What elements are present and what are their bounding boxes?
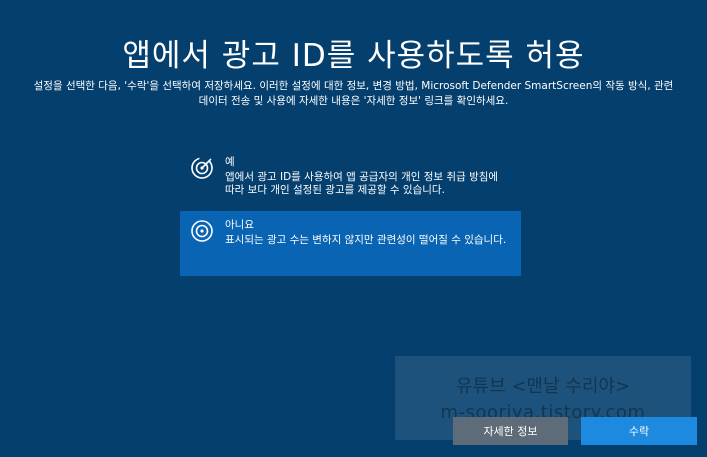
description-line-2: 데이터 전송 및 사용에 자세한 내용은 '자세한 정보' 링크를 확인하세요. (198, 95, 509, 107)
option-yes-text: 예 앱에서 광고 ID를 사용하여 앱 공급자의 개인 정보 취급 방침에 따라… (225, 156, 511, 198)
option-yes-title: 예 (225, 156, 235, 168)
option-no-text: 아니요 표시되는 광고 수는 변하지 않지만 관련성이 떨어질 수 있습니다. (225, 219, 506, 247)
page-description: 설정을 선택한 다음, '수락'을 선택하여 저장하세요. 이러한 설정에 대한… (20, 79, 687, 109)
learn-more-button[interactable]: 자세한 정보 (453, 417, 568, 445)
watermark-line-1: 유튜브 <맨날 수리야> (455, 376, 631, 397)
page-title: 앱에서 광고 ID를 사용하도록 허용 (122, 38, 585, 74)
option-no-title: 아니요 (225, 219, 254, 231)
ad-id-off-icon (191, 220, 213, 242)
option-no[interactable]: 아니요 표시되는 광고 수는 변하지 않지만 관련성이 떨어질 수 있습니다. (180, 211, 521, 276)
accept-button[interactable]: 수락 (581, 417, 697, 445)
option-yes[interactable]: 예 앱에서 광고 ID를 사용하여 앱 공급자의 개인 정보 취급 방침에 따라… (180, 148, 521, 206)
description-line-1: 설정을 선택한 다음, '수락'을 선택하여 저장하세요. 이러한 설정에 대한… (33, 80, 674, 92)
ad-id-on-icon (191, 157, 213, 179)
option-yes-body: 앱에서 광고 ID를 사용하여 앱 공급자의 개인 정보 취급 방침에 따라 보… (225, 170, 499, 197)
option-no-body: 표시되는 광고 수는 변하지 않지만 관련성이 떨어질 수 있습니다. (225, 233, 507, 246)
